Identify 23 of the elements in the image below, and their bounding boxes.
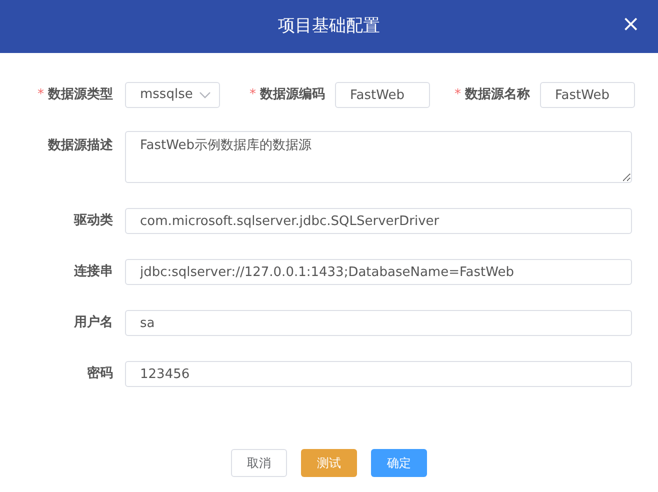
input-field[interactable]: com.microsoft.sqlserver.jdbc.SQLServerDriver bbox=[125, 208, 632, 234]
field-label: 数据源名称 bbox=[465, 86, 530, 104]
required-mark: * bbox=[38, 86, 44, 104]
field-label: 数据源描述 bbox=[48, 137, 113, 155]
field-label: 驱动类 bbox=[74, 212, 113, 230]
field-label: 用户名 bbox=[74, 314, 113, 332]
field-label: 数据源编码 bbox=[260, 86, 325, 104]
input-field[interactable]: jdbc:sqlserver://127.0.0.1:1433;DatabaseName=FastWeb bbox=[125, 259, 632, 285]
select-field[interactable]: mssqlse bbox=[125, 82, 220, 108]
dialog-title: 项目基础配置 bbox=[278, 14, 380, 38]
dialog-button[interactable]: 取消 bbox=[231, 449, 287, 477]
required-mark: * bbox=[250, 86, 256, 104]
text-area[interactable]: FastWeb示例数据库的数据源 bbox=[125, 131, 632, 183]
field-label: 连接串 bbox=[74, 262, 113, 282]
chevron-down-icon bbox=[199, 91, 211, 99]
input-field[interactable]: FastWeb bbox=[540, 82, 635, 108]
field-label: 数据源类型 bbox=[48, 86, 113, 104]
close-button[interactable]: × bbox=[622, 14, 640, 36]
input-field[interactable]: FastWeb bbox=[335, 82, 430, 108]
input-field[interactable]: 123456 bbox=[125, 361, 632, 387]
required-mark: * bbox=[454, 86, 461, 104]
input-field[interactable]: sa bbox=[125, 310, 632, 336]
field-label: 密码 bbox=[87, 364, 113, 384]
